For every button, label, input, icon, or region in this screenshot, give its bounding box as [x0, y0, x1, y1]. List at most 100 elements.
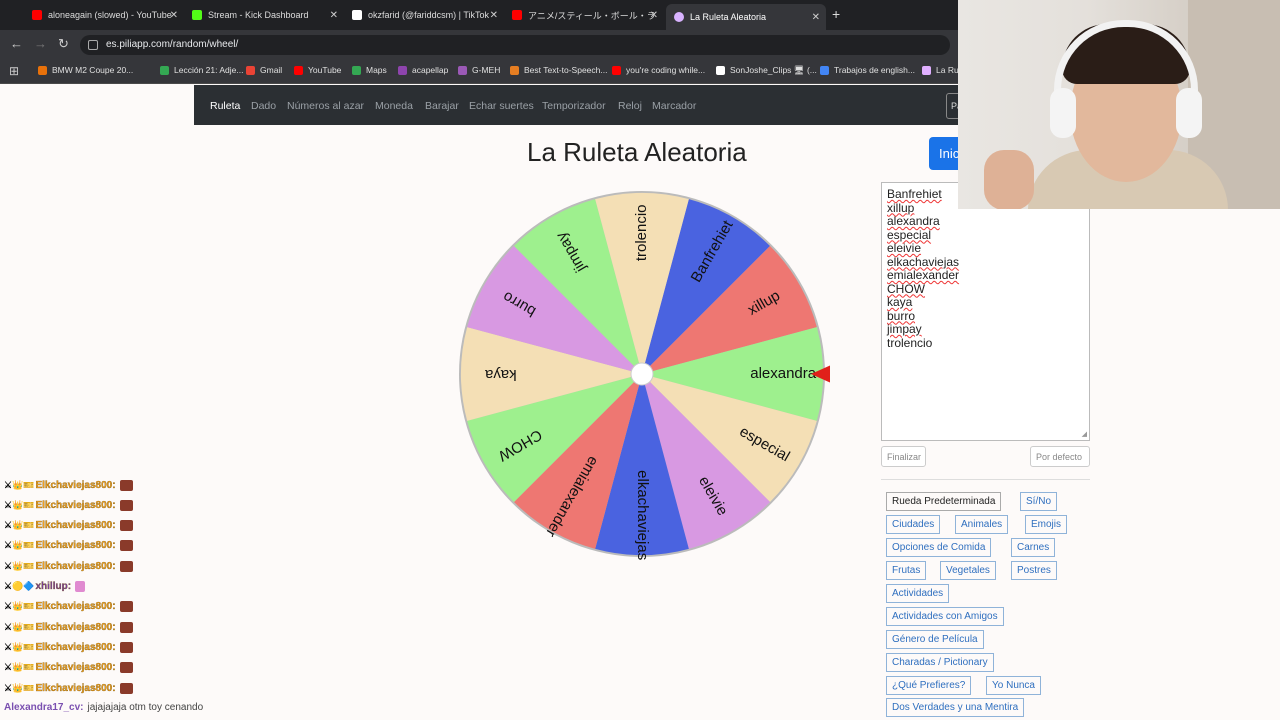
url-field[interactable]: es.piliapp.com/random/wheel/ [80, 35, 950, 55]
site-navbar: Ruleta Dado Números al azar Moneda Baraj… [194, 85, 966, 125]
chat-username: Elkchaviejas800: [35, 540, 116, 552]
nav-temporizador[interactable]: Temporizador [542, 100, 606, 112]
tab-ruleta-aleatoria[interactable]: La Ruleta Aleatoria ✕ [666, 4, 826, 30]
chat-emote-icon [119, 601, 133, 613]
tab-youtube-music[interactable]: aloneagain (slowed) - YouTube ✕ [24, 4, 184, 26]
chat-emote-icon [119, 479, 133, 491]
back-icon[interactable]: ← [10, 36, 23, 51]
preset-actividades[interactable]: Actividades [886, 584, 950, 603]
nav-reloj[interactable]: Reloj [618, 100, 642, 112]
new-tab-icon[interactable]: + [832, 6, 840, 22]
close-icon[interactable]: ✕ [170, 10, 178, 21]
webcam-overlay [958, 0, 1280, 209]
nav-marcador[interactable]: Marcador [652, 100, 696, 112]
preset-si-no[interactable]: Sí/No [1020, 492, 1058, 511]
chat-emote-icon [119, 682, 133, 694]
nav-dado[interactable]: Dado [251, 100, 276, 112]
preset-actividades-amigos[interactable]: Actividades con Amigos [886, 607, 1004, 626]
reload-icon[interactable]: ↻ [58, 36, 69, 52]
preset-emojis[interactable]: Emojis [1025, 515, 1068, 534]
bookmark-icon [510, 65, 519, 75]
wheel-segment-label: kaya [484, 366, 516, 383]
bookmark-label: acapellap [412, 65, 449, 75]
tab-title: Stream - Kick Dashboard [208, 10, 309, 20]
preset-postres[interactable]: Postres [1011, 561, 1057, 580]
bookmark-item[interactable]: Lección 21: Adje... [160, 65, 243, 75]
url-text: es.piliapp.com/random/wheel/ [106, 39, 239, 50]
bookmark-item[interactable]: SonJoshe_Clips 🖥 (... [716, 65, 817, 76]
wheel-hub [630, 362, 654, 386]
wheel-segment-label: trolencio [633, 204, 650, 261]
preset-frutas[interactable]: Frutas [886, 561, 927, 580]
webcam-person-hand [984, 150, 1034, 209]
bookmark-item[interactable]: Best Text-to-Speech... [510, 65, 607, 75]
bookmark-label: G-MEH [472, 65, 501, 75]
bookmark-icon [612, 65, 621, 75]
preset-animales[interactable]: Animales [955, 515, 1009, 534]
preset-charadas[interactable]: Charadas / Pictionary [886, 653, 994, 672]
bookmark-item[interactable]: Maps [352, 65, 387, 75]
chat-emote-icon [119, 499, 133, 511]
preset-rueda-predeterminada[interactable]: Rueda Predeterminada [886, 492, 1002, 511]
forward-icon[interactable]: → [34, 36, 47, 51]
names-list-line: emialexander [887, 268, 960, 282]
apps-grid-icon[interactable]: ⊞ [9, 64, 19, 78]
finish-button[interactable]: Finalizar [881, 446, 926, 467]
preset-carnes[interactable]: Carnes [1011, 538, 1056, 557]
chat-message: ⚔👑🎫 Elkchaviejas800: [4, 559, 133, 573]
chat-emote-icon [119, 560, 133, 572]
bookmark-item[interactable]: La Ru [922, 65, 959, 75]
close-icon[interactable]: ✕ [650, 10, 658, 21]
wheel-segment-label: elkachaviejas [634, 470, 651, 560]
preset-yo-nunca[interactable]: Yo Nunca [986, 676, 1041, 695]
close-icon[interactable]: ✕ [812, 12, 820, 23]
bookmark-icon [922, 65, 931, 75]
nav-moneda[interactable]: Moneda [375, 100, 413, 112]
chat-message: ⚔👑🎫 Elkchaviejas800: [4, 498, 133, 512]
bookmark-icon [458, 65, 467, 75]
nav-numeros[interactable]: Números al azar [287, 100, 364, 112]
names-list-line: alexandra [887, 214, 940, 228]
preset-que-prefieres[interactable]: ¿Qué Prefieres? [886, 676, 972, 695]
bookmark-icon [160, 65, 169, 75]
tab-tiktok[interactable]: okzfarid (@fariddcsm) | TikTok ✕ [344, 4, 504, 26]
chat-username: Elkchaviejas800: [35, 560, 116, 572]
close-icon[interactable]: ✕ [330, 10, 338, 21]
wheel-segment-label: alexandra [750, 365, 817, 382]
default-button[interactable]: Por defecto [1030, 446, 1090, 467]
start-button[interactable]: Inic [929, 137, 960, 170]
bookmark-item[interactable]: BMW M2 Coupe 20... [38, 65, 133, 75]
chat-emote-icon [119, 662, 133, 674]
site-info-icon[interactable] [88, 40, 98, 50]
preset-vegetales[interactable]: Vegetales [940, 561, 996, 580]
preset-dos-verdades[interactable]: Dos Verdades y una Mentira [886, 698, 1025, 717]
preset-opciones-comida[interactable]: Opciones de Comida [886, 538, 992, 557]
bookmark-item[interactable]: Trabajos de english... [820, 65, 915, 75]
bookmark-item[interactable]: YouTube [294, 65, 341, 75]
names-textarea[interactable]: Banfrehiet xillup alexandra especial eleivie… [881, 182, 1090, 441]
names-list-line: trolencio [887, 335, 933, 350]
preset-genero-pelicula[interactable]: Género de Película [886, 630, 984, 649]
tiktok-icon [352, 10, 362, 20]
bookmark-label: Maps [366, 65, 387, 75]
close-icon[interactable]: ✕ [490, 10, 498, 21]
bookmark-item[interactable]: G-MEH [458, 65, 500, 75]
chat-username: Elkchaviejas800: [35, 662, 116, 674]
chat-badge-icons: ⚔👑🎫 [4, 641, 35, 652]
chat-username: Elkchaviejas800: [35, 479, 116, 491]
tab-kick-dashboard[interactable]: Stream - Kick Dashboard ✕ [184, 4, 344, 26]
roulette-wheel[interactable]: Banfrehietxillupalexandraespecialeleivie… [458, 180, 830, 570]
preset-ciudades[interactable]: Ciudades [886, 515, 941, 534]
bookmark-item[interactable]: Gmail [246, 65, 282, 75]
tab-youtube-anime[interactable]: アニメ/スティール・ボール・ラン ジョジ ✕ [504, 4, 664, 26]
nav-ruleta[interactable]: Ruleta [210, 100, 240, 112]
nav-echar-suertes[interactable]: Echar suertes [469, 100, 534, 112]
resize-grip-icon[interactable]: ◢ [1082, 430, 1087, 438]
bookmark-item[interactable]: acapellap [398, 65, 448, 75]
chat-badge-icons: ⚔👑🎫 [4, 479, 35, 490]
chat-message: ⚔👑🎫 Elkchaviejas800: [4, 640, 133, 654]
nav-barajar[interactable]: Barajar [425, 100, 459, 112]
bookmark-icon [38, 65, 47, 75]
chat-message: ⚔👑🎫 Elkchaviejas800: [4, 519, 133, 533]
bookmark-item[interactable]: you're coding while... [612, 65, 705, 75]
